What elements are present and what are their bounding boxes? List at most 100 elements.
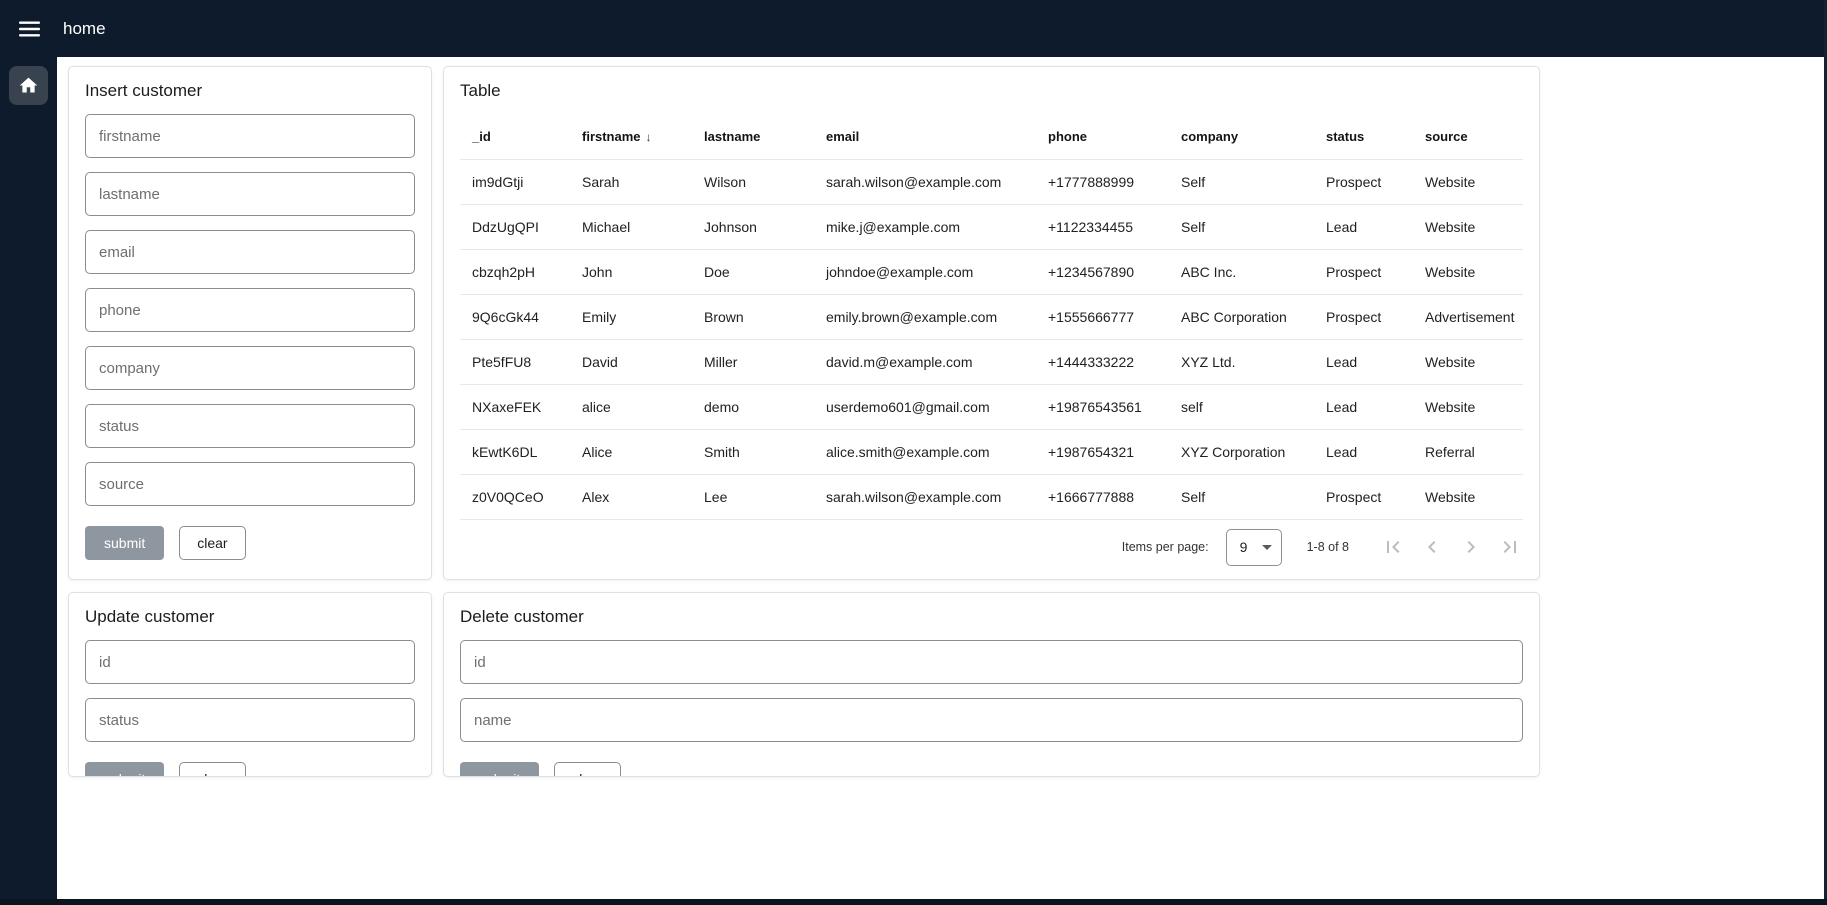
delete-clear-button[interactable]: clear [554, 762, 620, 777]
last-page-button[interactable] [1490, 528, 1529, 567]
column-header-phone[interactable]: phone [1036, 114, 1169, 159]
table-cell: Self [1169, 474, 1314, 519]
table-card-title: Table [460, 81, 1523, 101]
column-header-source[interactable]: source [1413, 114, 1523, 159]
firstname-input[interactable] [85, 114, 415, 158]
table-row: kEwtK6DLAliceSmithalice.smith@example.co… [460, 429, 1523, 474]
topbar: home [0, 0, 1827, 57]
email-input[interactable] [85, 230, 415, 274]
previous-page-button[interactable] [1412, 528, 1451, 567]
sort-arrow-icon: ↓ [646, 130, 652, 144]
table-cell: David [570, 339, 692, 384]
table-cell: z0V0QCeO [460, 474, 570, 519]
table-row: 9Q6cGk44EmilyBrownemily.brown@example.co… [460, 294, 1523, 339]
table-cell: XYZ Ltd. [1169, 339, 1314, 384]
table-cell: NXaxeFEK [460, 384, 570, 429]
chevron-left-icon [1420, 535, 1444, 559]
column-header-company[interactable]: company [1169, 114, 1314, 159]
table-cell: alice [570, 384, 692, 429]
table-cell: XYZ Corporation [1169, 429, 1314, 474]
insert-submit-button[interactable]: submit [85, 526, 164, 560]
table-header-row: _id firstname ↓ lastname email phone comp… [460, 114, 1523, 159]
table-cell: Website [1413, 159, 1523, 204]
column-header-firstname[interactable]: firstname ↓ [570, 114, 692, 159]
table-cell: Website [1413, 204, 1523, 249]
company-input[interactable] [85, 346, 415, 390]
table-cell: Miller [692, 339, 814, 384]
next-page-button[interactable] [1451, 528, 1490, 567]
menu-button[interactable] [9, 9, 49, 49]
sidebar-home-button[interactable] [9, 66, 48, 105]
insert-card-title: Insert customer [85, 81, 415, 101]
column-label: _id [472, 129, 491, 144]
table-cell: Prospect [1314, 474, 1413, 519]
table-cell: +1777888999 [1036, 159, 1169, 204]
table-row: DdzUgQPIMichaelJohnsonmike.j@example.com… [460, 204, 1523, 249]
delete-name-input[interactable] [460, 698, 1523, 742]
update-submit-button[interactable]: submit [85, 762, 164, 777]
table-cell: Advertisement [1413, 294, 1523, 339]
table-row: Pte5fFU8DavidMillerdavid.m@example.com+1… [460, 339, 1523, 384]
delete-id-input[interactable] [460, 640, 1523, 684]
first-page-icon [1381, 535, 1405, 559]
table-cell: Website [1413, 474, 1523, 519]
insert-clear-button[interactable]: clear [179, 526, 245, 560]
table-cell: Alex [570, 474, 692, 519]
column-header-status[interactable]: status [1314, 114, 1413, 159]
update-customer-card: Update customer submit clear [68, 592, 432, 777]
column-header-id[interactable]: _id [460, 114, 570, 159]
table-cell: Self [1169, 159, 1314, 204]
delete-customer-card: Delete customer submit clear [443, 592, 1540, 777]
table-row: NXaxeFEKalicedemouserdemo601@gmail.com+1… [460, 384, 1523, 429]
chevron-right-icon [1459, 535, 1483, 559]
table-cell: Johnson [692, 204, 814, 249]
table-cell: sarah.wilson@example.com [814, 159, 1036, 204]
table-cell: +1234567890 [1036, 249, 1169, 294]
table-cell: Website [1413, 249, 1523, 294]
table-cell: Website [1413, 384, 1523, 429]
table-cell: Lead [1314, 384, 1413, 429]
column-label: firstname [582, 129, 641, 144]
table-cell: Wilson [692, 159, 814, 204]
table-cell: Lead [1314, 339, 1413, 384]
source-input[interactable] [85, 462, 415, 506]
lastname-input[interactable] [85, 172, 415, 216]
table-cell: Pte5fFU8 [460, 339, 570, 384]
page-size-select[interactable]: 9 [1226, 529, 1282, 566]
column-label: email [826, 129, 859, 144]
column-header-lastname[interactable]: lastname [692, 114, 814, 159]
home-icon [18, 75, 39, 96]
delete-button-row: submit clear [460, 762, 1523, 777]
update-status-input[interactable] [85, 698, 415, 742]
phone-input[interactable] [85, 288, 415, 332]
status-input[interactable] [85, 404, 415, 448]
table-cell: david.m@example.com [814, 339, 1036, 384]
page-title: home [63, 19, 106, 39]
table-cell: Sarah [570, 159, 692, 204]
table-cell: Lee [692, 474, 814, 519]
table-cell: Website [1413, 339, 1523, 384]
table-cell: +1666777888 [1036, 474, 1169, 519]
update-clear-button[interactable]: clear [179, 762, 245, 777]
table-cell: Michael [570, 204, 692, 249]
table-cell: Prospect [1314, 159, 1413, 204]
column-label: source [1425, 129, 1468, 144]
table-card: Table _id firstname ↓ lastname email phon… [443, 66, 1540, 580]
table-body: im9dGtjiSarahWilsonsarah.wilson@example.… [460, 159, 1523, 519]
first-page-button[interactable] [1373, 528, 1412, 567]
table-cell: alice.smith@example.com [814, 429, 1036, 474]
table-cell: Prospect [1314, 294, 1413, 339]
table-cell: ABC Corporation [1169, 294, 1314, 339]
delete-submit-button[interactable]: submit [460, 762, 539, 777]
column-label: company [1181, 129, 1238, 144]
table-cell: Brown [692, 294, 814, 339]
window-bottom-edge [0, 899, 1827, 905]
delete-card-title: Delete customer [460, 607, 1523, 627]
table-cell: DdzUgQPI [460, 204, 570, 249]
insert-customer-card: Insert customer submit clear [68, 66, 432, 580]
insert-button-row: submit clear [85, 526, 415, 560]
table-cell: self [1169, 384, 1314, 429]
table-cell: +1444333222 [1036, 339, 1169, 384]
update-id-input[interactable] [85, 640, 415, 684]
column-header-email[interactable]: email [814, 114, 1036, 159]
